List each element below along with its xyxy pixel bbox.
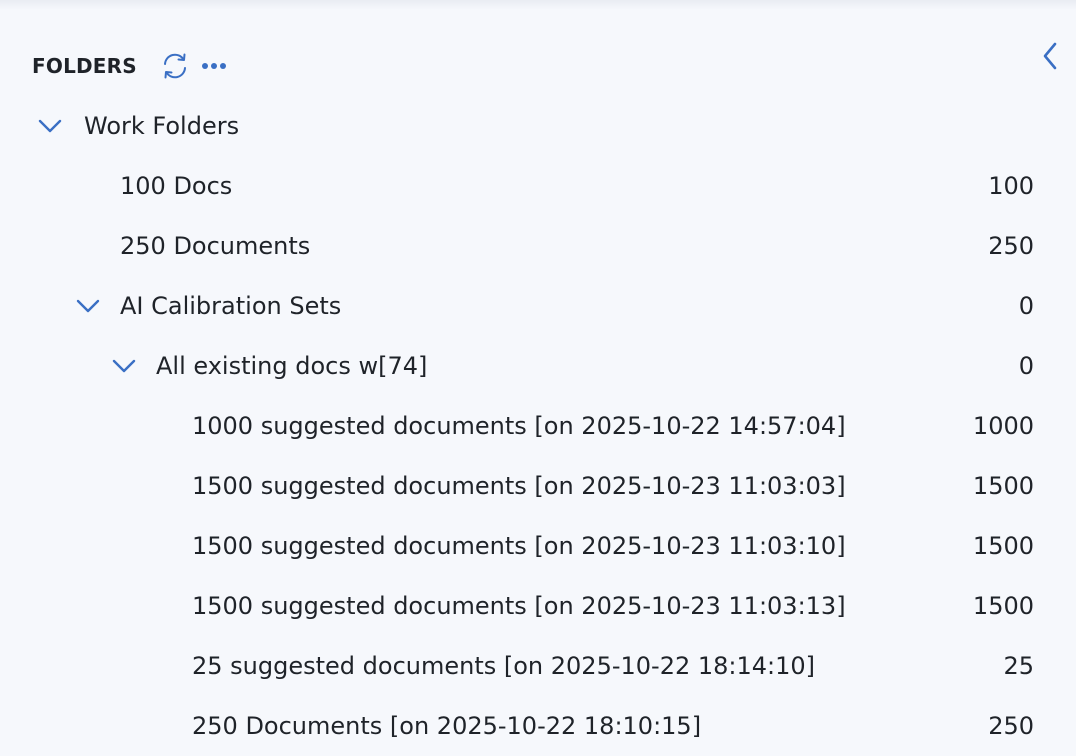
more-horizontal-icon[interactable] [199,51,229,81]
tree-item[interactable]: 1500 suggested documents [on 2025-10-23 … [0,456,1076,516]
document-count: 250 [988,712,1034,740]
tree-item-label: 25 suggested documents [on 2025-10-22 18… [192,652,816,680]
document-count: 100 [988,172,1034,200]
document-count: 1500 [972,532,1034,560]
document-count: 0 [1018,352,1034,380]
document-count: 0 [1018,292,1034,320]
tree-item-label: 1500 suggested documents [on 2025-10-23 … [192,532,846,560]
tree-item-label: 250 Documents [120,232,311,260]
tree-item-label: 250 Documents [on 2025-10-22 18:10:15] [192,712,702,740]
document-count: 1500 [972,472,1034,500]
tree-item-ai-calibration-sets[interactable]: AI Calibration Sets 0 [0,276,1076,336]
chevron-left-icon[interactable] [1036,38,1064,74]
tree-item-all-existing-docs[interactable]: All existing docs w[74] 0 [0,336,1076,396]
folders-panel: FOLDERS Work Folders 100 Docs 100 250 Do… [0,0,1076,756]
tree-item-label: 1500 suggested documents [on 2025-10-23 … [192,472,846,500]
tree-item[interactable]: 1000 suggested documents [on 2025-10-22 … [0,396,1076,456]
tree-item-label: All existing docs w[74] [156,352,428,380]
tree-item[interactable]: 100 Docs 100 [0,156,1076,216]
document-count: 25 [1003,652,1034,680]
tree-item[interactable]: 1500 suggested documents [on 2025-10-23 … [0,516,1076,576]
tree-item[interactable]: 250 Documents [on 2025-10-22 18:10:15] 2… [0,696,1076,756]
tree-item-label: Work Folders [84,112,240,140]
tree-item[interactable]: 250 Documents 250 [0,216,1076,276]
tree-item-label: 1500 suggested documents [on 2025-10-23 … [192,592,846,620]
folders-title: FOLDERS [32,54,137,78]
chevron-down-icon[interactable] [36,112,64,140]
tree-item[interactable]: 1500 suggested documents [on 2025-10-23 … [0,576,1076,636]
refresh-icon[interactable] [159,50,191,82]
document-count: 250 [988,232,1034,260]
document-count: 1000 [972,412,1034,440]
folders-header: FOLDERS [32,48,229,84]
document-count: 1500 [972,592,1034,620]
chevron-down-icon[interactable] [74,292,102,320]
folder-tree: Work Folders 100 Docs 100 250 Documents … [0,96,1076,756]
tree-item-label: AI Calibration Sets [120,292,342,320]
tree-item-work-folders[interactable]: Work Folders [0,96,1076,156]
tree-item-label: 1000 suggested documents [on 2025-10-22 … [192,412,846,440]
tree-item[interactable]: 25 suggested documents [on 2025-10-22 18… [0,636,1076,696]
chevron-down-icon[interactable] [110,352,138,380]
tree-item-label: 100 Docs [120,172,233,200]
